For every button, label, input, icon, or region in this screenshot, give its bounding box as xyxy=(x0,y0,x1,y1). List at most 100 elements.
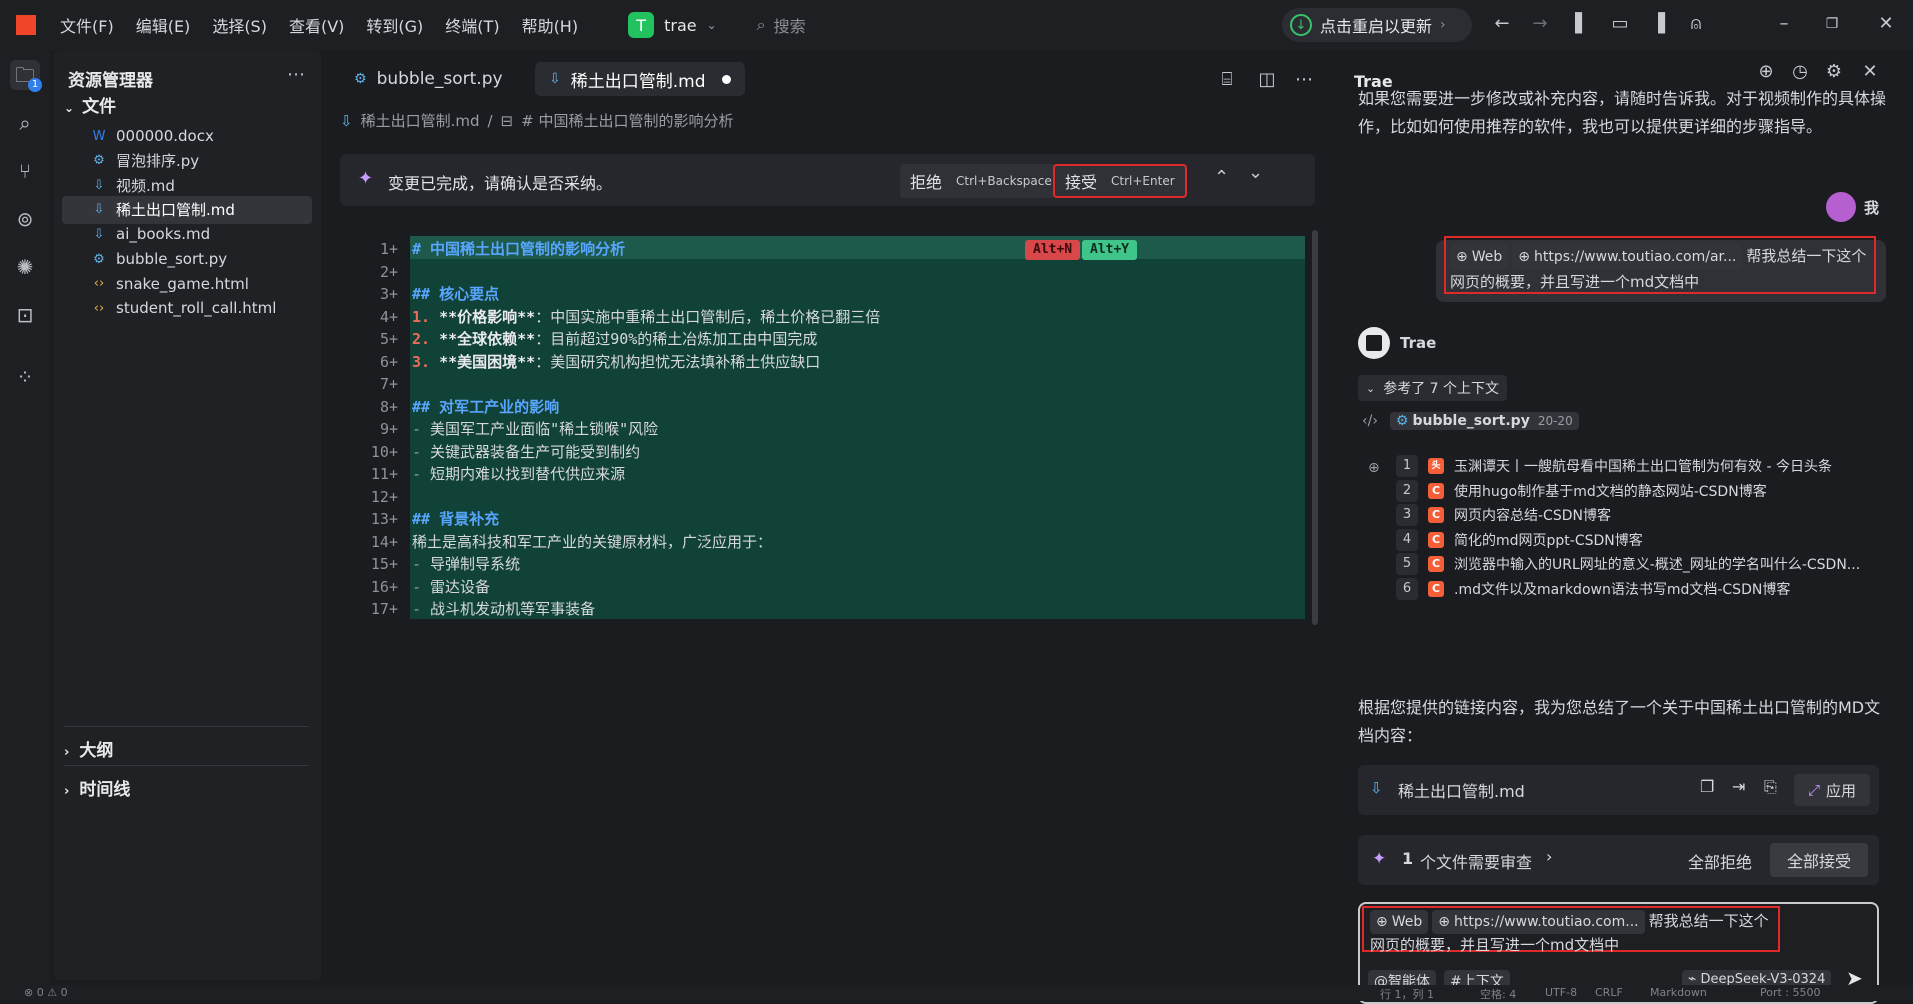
files-section-header[interactable]: ⌄ 文件 xyxy=(64,92,116,117)
context-toggle[interactable]: ⌄ 参考了 7 个上下文 xyxy=(1358,375,1508,401)
file-item[interactable]: ⇩ 视频.md xyxy=(62,171,312,199)
timeline-section-header[interactable]: › 时间线 xyxy=(64,775,130,800)
menu-help[interactable]: 帮助(H) xyxy=(522,13,579,37)
search-box[interactable]: ⌕ 搜索 xyxy=(757,13,806,37)
toggle-panel-icon[interactable]: ▭ xyxy=(1608,12,1632,36)
code-line[interactable]: 3. **美国困境**：美国研究机构担忧无法填补稀土供应缺口 xyxy=(410,348,1305,371)
insert-icon[interactable]: ⇥ xyxy=(1732,777,1745,796)
code-line[interactable]: - 战斗机发动机等军事装备 xyxy=(410,596,1305,619)
reject-all-button[interactable]: 全部拒绝 xyxy=(1688,849,1752,873)
scrollbar[interactable] xyxy=(1312,230,1318,625)
code-line[interactable]: ## 背景补充 xyxy=(410,506,1305,529)
tab-rare-earth-md[interactable]: ⇩ 稀土出口管制.md xyxy=(535,62,745,96)
extensions-icon[interactable]: ⁘ xyxy=(10,362,40,392)
accept-shortcut-badge[interactable]: Alt+Y xyxy=(1082,240,1138,260)
breadcrumb-heading[interactable]: # 中国稀土出口管制的影响分析 xyxy=(521,110,733,131)
review-label[interactable]: 个文件需要审查 xyxy=(1420,849,1532,873)
code-line[interactable]: - 导弹制导系统 xyxy=(410,551,1305,574)
code-line[interactable]: ## 核心要点 xyxy=(410,281,1305,304)
outline-section-header[interactable]: › 大纲 xyxy=(64,736,113,761)
copy-icon[interactable]: ❐ xyxy=(1700,777,1714,796)
close-window-icon[interactable]: ✕ xyxy=(1874,12,1898,36)
file-name: 000000.docx xyxy=(116,127,214,145)
web-chip[interactable]: ⊕ Web xyxy=(1450,244,1509,270)
line-ending[interactable]: CRLF xyxy=(1595,986,1623,999)
code-line[interactable]: - 美国军工产业面临"稀土锁喉"风险 xyxy=(410,416,1305,439)
debug-icon[interactable]: ✺ xyxy=(10,252,40,282)
more-icon[interactable]: ⋯ xyxy=(287,64,305,85)
code-line[interactable]: 2. **全球依赖**：目前超过90%的稀土冶炼加工由中国完成 xyxy=(410,326,1305,349)
maximize-icon[interactable]: ❐ xyxy=(1820,12,1844,36)
file-card[interactable]: ⇩ 稀土出口管制.md ❐ ⇥ ⎘ ⤢ 应用 xyxy=(1358,765,1879,815)
chevron-up-icon[interactable]: ⌃ xyxy=(1214,167,1229,188)
code-line[interactable] xyxy=(410,483,1305,506)
code-editor[interactable]: 1+ # 中国稀土出口管制的影响分析 2+ 3+ ## 核心要点 4+ 1. **价格影响… xyxy=(330,226,1310,746)
code-line[interactable]: - 短期内难以找到替代供应来源 xyxy=(410,461,1305,484)
settings-gear-icon[interactable]: ⚙ xyxy=(1822,60,1846,84)
code-line[interactable] xyxy=(410,371,1305,394)
code-line[interactable]: 1. **价格影响**：中国实施中重稀土出口管制后，稀土价格已翻三倍 xyxy=(410,303,1305,326)
back-arrow-icon[interactable]: ← xyxy=(1490,12,1514,36)
apply-button[interactable]: ⤢ 应用 xyxy=(1794,774,1870,806)
search-icon[interactable]: ⌕ xyxy=(10,108,40,138)
file-item[interactable]: W 000000.docx xyxy=(62,122,312,150)
reject-shortcut-badge[interactable]: Alt+N xyxy=(1025,240,1081,260)
code-line[interactable]: 稀土是高科技和军工产业的关键原材料，广泛应用于： xyxy=(410,528,1305,551)
indent-spaces[interactable]: 空格: 4 xyxy=(1480,986,1516,1002)
code-line[interactable]: - 关键武器装备生产可能受到制约 xyxy=(410,438,1305,461)
toggle-right-panel-icon[interactable]: ▐ xyxy=(1646,12,1670,36)
reference-item[interactable]: 3 C 网页内容总结-CSDN博客 xyxy=(1396,503,1611,527)
project-switcher[interactable]: T trae ⌄ xyxy=(628,12,717,38)
new-file-icon[interactable]: ⎘ xyxy=(1764,777,1777,797)
menu-file[interactable]: 文件(F) xyxy=(60,13,114,37)
account-icon[interactable]: ⍝ xyxy=(1684,12,1708,36)
forward-arrow-icon[interactable]: → xyxy=(1528,12,1552,36)
code-line[interactable]: - 雷达设备 xyxy=(410,573,1305,596)
chevron-down-icon[interactable]: ⌄ xyxy=(1248,162,1263,183)
preview-icon[interactable]: ⌸ xyxy=(1215,68,1239,92)
url-chip[interactable]: ⊕ https://www.toutiao.com... xyxy=(1432,910,1645,934)
language-mode[interactable]: Markdown xyxy=(1650,986,1707,999)
accept-all-button[interactable]: 全部接受 xyxy=(1770,843,1868,877)
tab-bubble-sort[interactable]: ⚙ bubble_sort.py xyxy=(340,62,517,96)
web-chip[interactable]: ⊕ Web xyxy=(1370,910,1429,934)
reference-item[interactable]: 6 C .md文件以及markdown语法书写md文档-CSDN博客 xyxy=(1396,577,1790,601)
run-terminal-icon[interactable]: ⊡ xyxy=(10,300,40,330)
menu-view[interactable]: 查看(V) xyxy=(289,13,344,37)
url-chip[interactable]: ⊕ https://www.toutiao.com/ar... xyxy=(1512,244,1743,270)
breadcrumb-file[interactable]: 稀土出口管制.md xyxy=(361,110,480,131)
history-icon[interactable]: ◷ xyxy=(1788,60,1812,84)
menu-terminal[interactable]: 终端(T) xyxy=(445,13,499,37)
chevron-right-icon[interactable]: › xyxy=(1546,847,1552,866)
reference-item[interactable]: 1 头玉渊谭天丨一艘航母看中国稀土出口管制为何有效 - 今日头条 xyxy=(1396,454,1832,478)
code-line[interactable] xyxy=(410,258,1305,281)
split-editor-icon[interactable]: ◫ xyxy=(1255,68,1279,92)
code-line[interactable]: ## 对军工产业的影响 xyxy=(410,393,1305,416)
menu-goto[interactable]: 转到(G) xyxy=(366,13,423,37)
live-server-port[interactable]: Port : 5500 xyxy=(1760,986,1821,999)
input-text-area[interactable]: ⊕ Web ⊕ https://www.toutiao.com... 帮我总结一下这个网… xyxy=(1370,910,1780,956)
reference-item[interactable]: 5 C 浏览器中输入的URL网址的意义-概述_网址的学名叫什么-CSDN... xyxy=(1396,552,1860,576)
reference-item[interactable]: 2 C 使用hugo制作基于md文档的静态网站-CSDN博客 xyxy=(1396,479,1767,503)
problems-indicator[interactable]: ⊗ 0 ⚠ 0 xyxy=(24,986,68,999)
menu-edit[interactable]: 编辑(E) xyxy=(136,13,191,37)
source-control-icon[interactable]: ⑂ xyxy=(10,156,40,186)
file-item[interactable]: ⚙ bubble_sort.py xyxy=(62,245,312,273)
cursor-position[interactable]: 行 1，列 1 xyxy=(1380,986,1434,1002)
reference-item[interactable]: 4 C 简化的md网页ppt-CSDN博客 xyxy=(1396,528,1643,552)
toggle-sidebar-icon[interactable]: ▌ xyxy=(1570,12,1594,36)
remote-icon[interactable]: ⊚ xyxy=(10,204,40,234)
encoding[interactable]: UTF-8 xyxy=(1545,986,1577,999)
accept-button[interactable]: 接受 Ctrl+Enter xyxy=(1053,164,1187,198)
unsaved-dot-icon[interactable] xyxy=(721,74,731,84)
more-icon[interactable]: ⋯ xyxy=(1292,68,1316,92)
menu-select[interactable]: 选择(S) xyxy=(212,13,267,37)
file-item[interactable]: ‹› student_roll_call.html xyxy=(62,294,312,322)
update-button[interactable]: ↓ 点击重启以更新 › xyxy=(1282,8,1472,42)
close-icon[interactable]: ✕ xyxy=(1858,60,1882,84)
reject-button[interactable]: 拒绝 Ctrl+Backspace xyxy=(900,164,1062,198)
explorer-icon[interactable]: 🗀 1 xyxy=(10,60,42,92)
context-file-chip[interactable]: ⚙ bubble_sort.py 20-20 xyxy=(1389,412,1579,430)
minimize-icon[interactable]: – xyxy=(1772,12,1796,36)
new-chat-icon[interactable]: ⊕ xyxy=(1754,60,1778,84)
